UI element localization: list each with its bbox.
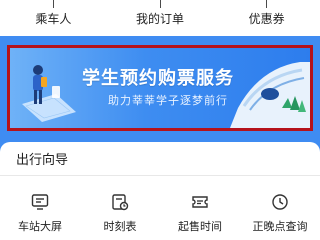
coupon-icon — [266, 0, 268, 8]
delay-query-icon — [272, 194, 288, 210]
order-icon — [159, 0, 161, 8]
student-ticket-banner[interactable]: 学生预约购票服务 助力莘莘学子逐梦前行 — [7, 45, 313, 131]
guide-item-label: 起售时间 — [178, 220, 222, 233]
quick-entry-label: 优惠券 — [248, 12, 285, 26]
banner-subtitle: 助力莘莘学子逐梦前行 — [108, 94, 228, 107]
quick-entry-coupons[interactable]: 优惠券 — [213, 0, 320, 36]
quick-entry-passenger[interactable]: 乘车人 — [0, 0, 107, 36]
sale-time-icon — [192, 196, 208, 208]
station-screen-icon — [31, 194, 49, 210]
guide-grid: 车站大屏 时刻表 起售时间 正晚点查询 — [0, 192, 320, 234]
guide-item-delay-query[interactable]: 正晚点查询 — [240, 192, 320, 234]
travel-guide-card: 出行向导 车站大屏 时刻表 起售时间 正晚点查询 — [0, 142, 320, 240]
guide-title: 出行向导 — [16, 153, 69, 168]
quick-entry-label: 乘车人 — [35, 12, 72, 26]
divider — [0, 175, 320, 176]
passenger-icon — [52, 0, 54, 8]
banner-title: 学生预约购票服务 — [82, 68, 234, 89]
quick-entry-orders[interactable]: 我的订单 — [107, 0, 214, 36]
guide-item-timetable[interactable]: 时刻表 — [80, 192, 160, 234]
timetable-icon — [112, 194, 129, 211]
guide-item-sale-time[interactable]: 起售时间 — [160, 192, 240, 234]
guide-item-label: 正晚点查询 — [252, 220, 308, 233]
quick-entry-label: 我的订单 — [136, 12, 185, 26]
quick-entry-bar: 乘车人 我的订单 优惠券 — [0, 0, 320, 36]
guide-item-station-screen[interactable]: 车站大屏 — [0, 192, 80, 234]
guide-item-label: 车站大屏 — [18, 220, 62, 233]
train-illustration — [230, 62, 310, 128]
guide-item-label: 时刻表 — [103, 220, 137, 233]
student-illustration — [22, 65, 76, 122]
